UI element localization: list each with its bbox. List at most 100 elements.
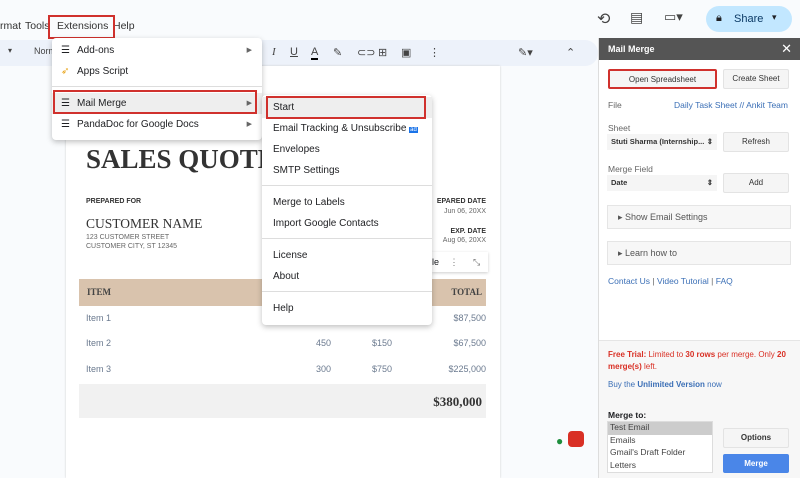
learn-how-to[interactable]: ▸ Learn how to [607,241,791,265]
header-total: TOTAL [451,287,482,297]
extensions-menu: ☰ Add-ons ▶ ➶ Apps Script ☰ Mail Merge ▶ ☰ Pan… [52,38,262,140]
sidebar-title: Mail Merge [608,44,655,54]
menu-item-apps-script[interactable]: ➶ Apps Script [52,61,262,82]
merge-button[interactable]: Merge [723,454,789,473]
row-price: $150 [372,338,393,348]
menu-format[interactable]: rmat [0,20,21,32]
share-button[interactable]: 🔒︎ Share ▾ [706,6,792,32]
b2: now [704,380,722,389]
merge-option-emails[interactable]: Emails [608,435,712,448]
highlight-start [266,96,426,119]
submenu-envelopes[interactable]: Envelopes [262,139,432,160]
open-spreadsheet-button[interactable]: Open Spreadsheet [608,69,717,89]
submenu-email-tracking[interactable]: Email Tracking & Unsubscribe ad [262,118,432,139]
image-icon[interactable]: ▣ [401,46,411,59]
file-link[interactable]: Daily Task Sheet // Ankit Team [674,100,788,110]
mail-merge-sidebar: Mail Merge ✕ Open Spreadsheet Create She… [598,38,800,478]
meet-icon[interactable]: ▭▾ [664,9,683,25]
comments-icon[interactable]: ▤ [630,9,643,26]
divider [262,185,432,186]
sheet-label: Sheet [608,123,631,133]
mail-merge-submenu: Start Email Tracking & Unsubscribe ad En… [262,95,432,325]
highlight-icon[interactable]: ✎ [333,46,342,59]
menu-item-pandadoc[interactable]: ☰ PandaDoc for Google Docs ▶ [52,114,262,135]
unlimited-version-link[interactable]: Unlimited Version [637,380,705,389]
addon-icon: ☰ [61,119,70,130]
doc-title: SALES QUOTE [86,144,276,174]
customer-street: 123 CUSTOMER STREET [86,234,170,241]
floating-toolbar: le ⋮ ⤡ [432,252,488,272]
sidebar-header: Mail Merge ✕ [599,38,800,60]
merge-option-drafts[interactable]: Gmail's Draft Folder [608,447,712,460]
faq-link[interactable]: FAQ [716,276,733,286]
italic-icon[interactable]: I [272,46,276,58]
total-row: $380,000 [79,384,486,418]
t2: per merge. Only [715,350,777,359]
editing-mode-icon[interactable]: ✎▾ [518,46,533,59]
trial-label: Free Trial: [608,350,647,359]
options-button[interactable]: Options [723,428,789,448]
create-sheet-button[interactable]: Create Sheet [723,69,789,89]
underline-icon[interactable]: U [290,46,298,58]
customer-name: CUSTOMER NAME [86,216,203,231]
more-icon[interactable]: ⋮ [429,46,440,59]
row-total: $225,000 [448,364,486,374]
addon-icon: ☰ [61,45,70,56]
video-tutorial-link[interactable]: Video Tutorial [657,276,709,286]
lock-icon: 🔒︎ [716,12,722,24]
addon-badge-icon[interactable] [568,431,584,447]
select-arrows-icon: ⇕ [706,137,713,146]
merge-field-select[interactable]: Date ⇕ [607,175,717,191]
share-label: Share [734,13,764,25]
separator: | [650,276,657,286]
share-dropdown-icon[interactable]: ▾ [772,12,777,23]
submenu-about[interactable]: About [262,266,432,287]
keep-icon[interactable]: ● [556,434,563,448]
row-qty: 300 [316,364,332,374]
history-icon[interactable]: ⟲ [597,9,610,29]
link-icon[interactable]: ⊂⊃ [357,46,375,59]
floating-toolbar-text[interactable]: le [432,257,439,267]
merge-field-label: Merge Field [608,164,653,174]
label: Add-ons [77,45,115,56]
text-color-icon[interactable]: A [311,46,319,60]
row-item: Item 3 [86,364,112,374]
prepared-date: Jun 06, 20XX [443,208,486,215]
undo-caret-icon[interactable]: ▾ [8,46,12,55]
show-email-settings[interactable]: ▸ Show Email Settings [607,205,791,229]
row-price: $750 [372,364,393,374]
comment-add-icon[interactable]: ⊞ [378,46,387,59]
submenu-help[interactable]: Help [262,298,432,319]
label: PandaDoc for Google Docs [77,119,199,130]
submenu-smtp-settings[interactable]: SMTP Settings [262,160,432,181]
merge-to-label: Merge to: [608,410,647,420]
submenu-license[interactable]: License [262,245,432,266]
menu-item-add-ons[interactable]: ☰ Add-ons ▶ [52,40,262,61]
submenu-import-contacts[interactable]: Import Google Contacts [262,213,432,234]
sheet-select[interactable]: Stuti Sharma (Internship... ⇕ [607,134,717,150]
file-label: File [608,100,622,110]
merge-option-letters[interactable]: Letters [608,460,712,473]
collapse-arrows-icon[interactable]: ⤡ [473,257,480,267]
exp-date-label: EXP. DATE [450,228,486,235]
grand-total: $380,000 [433,394,482,409]
collapse-icon[interactable]: ⌃ [566,46,575,59]
sheet-value: Stuti Sharma (Internship... [611,137,705,146]
more-icon[interactable]: ⋮ [450,257,459,267]
add-button[interactable]: Add [723,173,789,193]
exp-date: Aug 06, 20XX [442,237,486,244]
merge-field-value: Date [611,178,628,187]
apps-script-icon: ➶ [61,66,70,77]
submenu-merge-to-labels[interactable]: Merge to Labels [262,192,432,213]
refresh-button[interactable]: Refresh [723,132,789,152]
menu-help[interactable]: Help [113,20,135,32]
merge-option-test-email[interactable]: Test Email [608,422,712,435]
separator: | [708,276,716,286]
top-bar: rmat Tools Extensions Help ⟲ ▤ ▭▾ 🔒︎ Sha… [0,0,800,39]
divider [262,291,432,292]
menu-tools[interactable]: Tools [25,20,50,32]
close-icon[interactable]: ✕ [781,41,792,57]
row-total: $87,500 [453,313,486,323]
merge-to-list[interactable]: Test Email Emails Gmail's Draft Folder L… [607,421,713,473]
contact-us-link[interactable]: Contact Us [608,276,650,286]
